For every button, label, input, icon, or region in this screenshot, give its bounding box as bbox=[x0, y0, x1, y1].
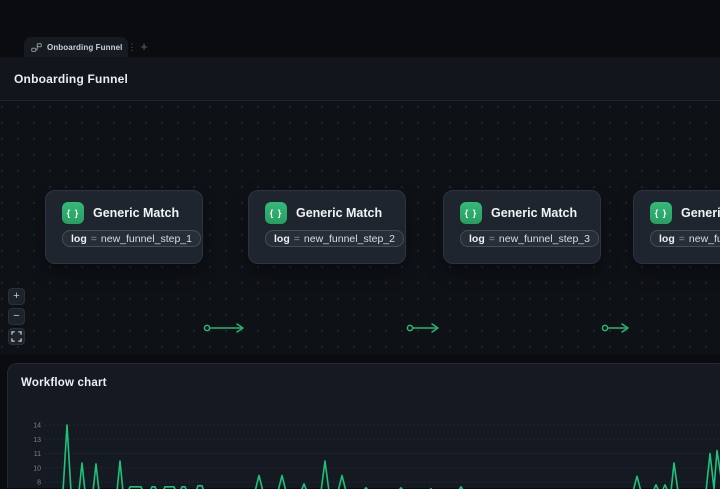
node-header: { } Generic Match bbox=[62, 201, 186, 224]
badge-operator: = bbox=[91, 233, 97, 245]
page-title: Onboarding Funnel bbox=[14, 72, 128, 86]
edge-connector bbox=[203, 320, 248, 336]
node-attribute-badge: log = new_funnel_step_4 bbox=[650, 230, 720, 247]
page-header: Onboarding Funnel bbox=[0, 57, 720, 101]
node-title: Generic Match bbox=[681, 206, 720, 220]
tab-label: Onboarding Funnel bbox=[47, 43, 122, 52]
edge-connector bbox=[406, 320, 443, 336]
node-attribute-badge: log = new_funnel_step_2 bbox=[265, 230, 404, 247]
braces-icon: { } bbox=[460, 202, 482, 224]
badge-operator: = bbox=[679, 233, 685, 245]
y-tick-label: 10 bbox=[33, 465, 41, 472]
tab-menu-icon[interactable]: ⋮ bbox=[127, 43, 136, 52]
braces-icon: { } bbox=[650, 202, 672, 224]
badge-value: new_funnel_step_1 bbox=[101, 233, 192, 245]
y-tick-label: 13 bbox=[33, 437, 41, 444]
node-title: Generic Match bbox=[93, 206, 179, 220]
braces-icon: { } bbox=[265, 202, 287, 224]
badge-value: new_funnel_step_4 bbox=[689, 233, 720, 245]
app-window: { "tab_bar": { "active_tab": { "label": … bbox=[0, 0, 720, 488]
workflow-chart-svg: 14 13 11 10 8 bbox=[8, 419, 720, 489]
node-attribute-badge: log = new_funnel_step_3 bbox=[460, 230, 599, 247]
y-tick-label: 11 bbox=[34, 451, 41, 458]
badge-value: new_funnel_step_2 bbox=[304, 233, 395, 245]
zoom-out-button[interactable]: − bbox=[8, 308, 25, 325]
node-header: { } Generic Match bbox=[460, 201, 584, 224]
badge-key: log bbox=[659, 233, 675, 245]
chart-line-series bbox=[46, 425, 720, 489]
fit-view-button[interactable] bbox=[8, 328, 25, 345]
fit-view-icon bbox=[11, 331, 22, 342]
badge-key: log bbox=[469, 233, 485, 245]
node-title: Generic Match bbox=[296, 206, 382, 220]
node-header: { } Generic Match bbox=[265, 201, 389, 224]
workflow-chart: 14 13 11 10 8 bbox=[8, 419, 720, 489]
node-header: { } Generic Match bbox=[650, 201, 720, 224]
badge-operator: = bbox=[489, 233, 495, 245]
zoom-in-button[interactable]: + bbox=[8, 288, 25, 305]
y-tick-label: 14 bbox=[33, 423, 41, 430]
node-generic-match-3[interactable]: { } Generic Match log = new_funnel_step_… bbox=[443, 190, 601, 264]
badge-value: new_funnel_step_3 bbox=[499, 233, 590, 245]
tab-onboarding-funnel[interactable]: Onboarding Funnel ⋮ bbox=[24, 37, 128, 57]
node-title: Generic Match bbox=[491, 206, 577, 220]
new-tab-button[interactable]: + bbox=[137, 39, 151, 55]
edge-connector bbox=[601, 320, 633, 336]
node-generic-match-1[interactable]: { } Generic Match log = new_funnel_step_… bbox=[45, 190, 203, 264]
workflow-canvas[interactable]: { } Generic Match log = new_funnel_step_… bbox=[0, 101, 720, 354]
workflow-chart-title: Workflow chart bbox=[21, 377, 107, 389]
badge-key: log bbox=[274, 233, 290, 245]
badge-key: log bbox=[71, 233, 87, 245]
y-tick-label: 8 bbox=[37, 480, 41, 487]
tab-bar: Onboarding Funnel ⋮ + bbox=[0, 0, 720, 57]
braces-icon: { } bbox=[62, 202, 84, 224]
workflow-chart-panel: Workflow chart 14 13 11 10 8 bbox=[7, 363, 720, 488]
node-generic-match-4[interactable]: { } Generic Match log = new_funnel_step_… bbox=[633, 190, 720, 264]
workflow-icon bbox=[31, 42, 42, 53]
badge-operator: = bbox=[294, 233, 300, 245]
node-attribute-badge: log = new_funnel_step_1 bbox=[62, 230, 201, 247]
node-generic-match-2[interactable]: { } Generic Match log = new_funnel_step_… bbox=[248, 190, 406, 264]
